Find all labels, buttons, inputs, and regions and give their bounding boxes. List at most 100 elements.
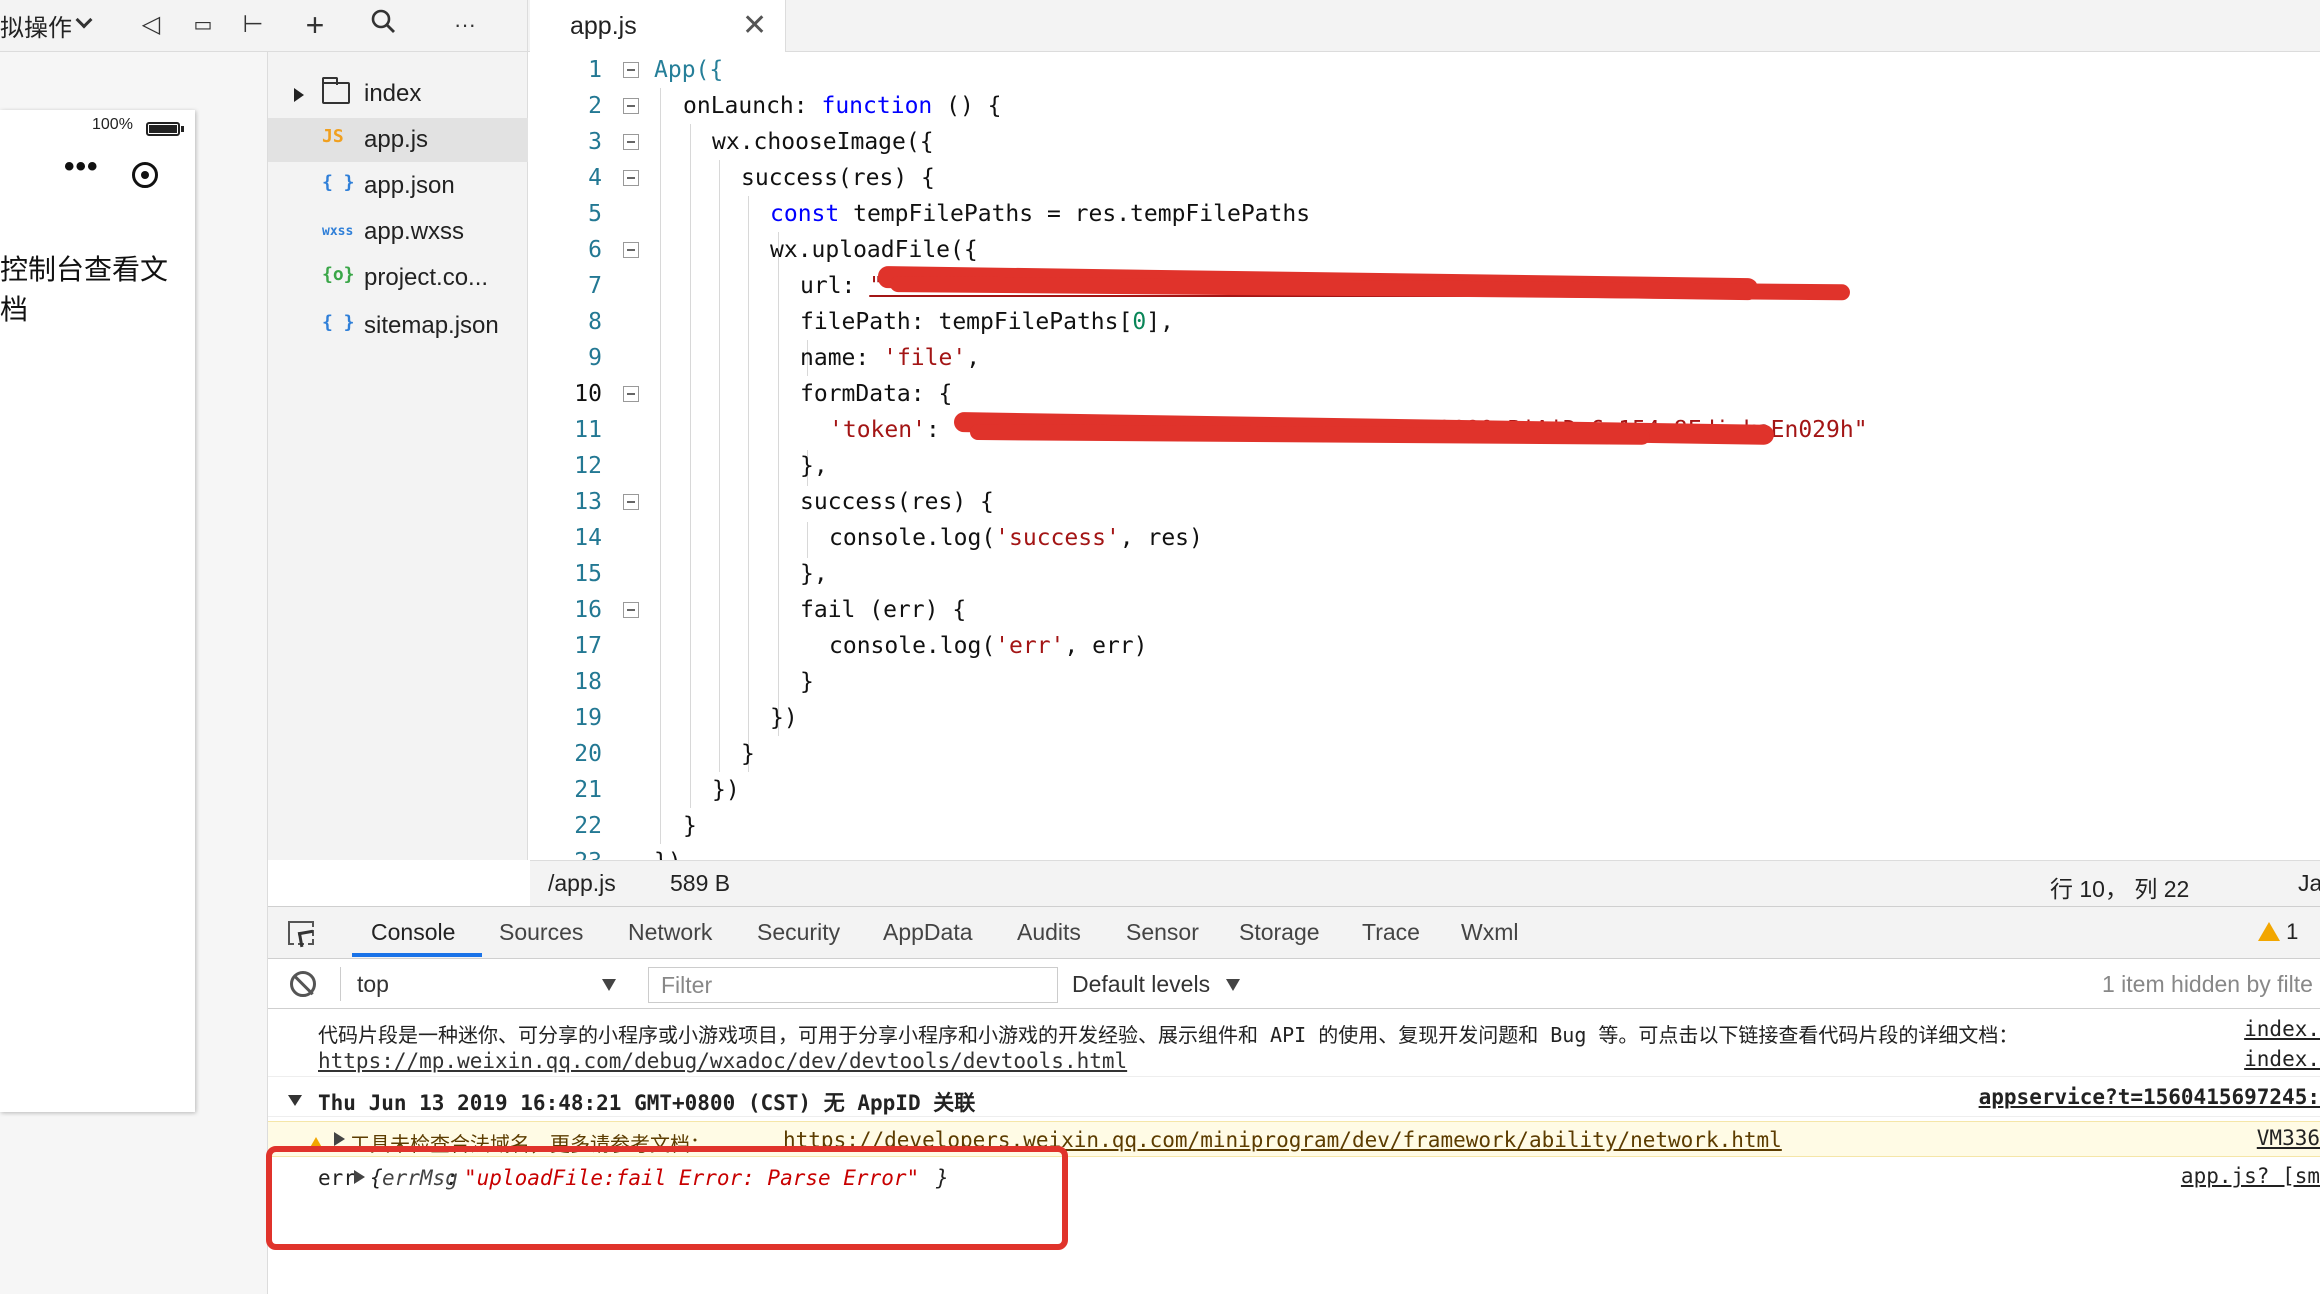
code-string: 'success' — [995, 525, 1120, 551]
js-file-icon: JS — [322, 126, 344, 147]
window-icon[interactable]: ▭ — [186, 8, 220, 42]
line-number: 18 — [574, 669, 602, 695]
line-number: 7 — [588, 273, 602, 299]
fold-icon[interactable] — [623, 494, 639, 510]
message-source-link[interactable]: appservice?t=1560415697245: — [1972, 1085, 2320, 1109]
tree-item-index[interactable]: index — [268, 72, 528, 116]
tree-item-label: index — [364, 80, 422, 107]
tab-sensor[interactable]: Sensor — [1126, 919, 1199, 946]
fold-icon[interactable] — [623, 386, 639, 402]
battery-percent: 100% — [92, 116, 133, 133]
chevron-down-icon[interactable] — [1226, 979, 1240, 991]
code-text: success(res) { — [741, 165, 935, 191]
simulator-panel: 100% ••• 控制台查看文档 — [0, 52, 268, 1294]
more-icon[interactable]: ··· — [448, 8, 482, 42]
filter-input[interactable] — [648, 967, 1058, 1003]
code-text: }) — [654, 844, 682, 860]
code-line: 13 success(res) { — [530, 484, 2320, 520]
file-tree-toolbar: + ··· — [268, 0, 528, 52]
tree-item-app-wxss[interactable]: wxss app.wxss — [268, 210, 528, 254]
plus-icon[interactable]: + — [298, 8, 332, 42]
collapse-arrow-icon[interactable] — [288, 1095, 302, 1106]
code-text: } — [683, 813, 697, 839]
tab-appdata[interactable]: AppData — [883, 919, 973, 946]
context-select[interactable]: top — [340, 967, 608, 1001]
warning-counter[interactable]: 1 — [2258, 919, 2298, 945]
line-number: 9 — [588, 345, 602, 371]
inspect-element-icon[interactable] — [288, 921, 314, 945]
fold-icon[interactable] — [623, 98, 639, 114]
expand-arrow-icon[interactable] — [294, 88, 304, 102]
message-source-link[interactable]: app.js? [sm — [2174, 1164, 2320, 1188]
code-text: name: — [800, 345, 884, 371]
tree-item-project-config[interactable]: {o} project.co... — [268, 256, 528, 300]
code-text: () { — [932, 93, 1002, 119]
code-line: 9 name: 'file', — [530, 340, 2320, 376]
fold-icon[interactable] — [623, 62, 639, 78]
code-text: }) — [712, 777, 740, 803]
tree-item-label: app.wxss — [364, 218, 465, 245]
tab-network[interactable]: Network — [628, 919, 712, 946]
code-text: , err) — [1064, 633, 1148, 659]
code-line: 19}) — [530, 700, 2320, 736]
code-editor[interactable]: 1 App({ 2 onLaunch: function () { 3 wx.choo… — [530, 52, 2320, 860]
tab-audits[interactable]: Audits — [1017, 919, 1081, 946]
code-text: App({ — [654, 57, 724, 83]
console-group-header[interactable]: Thu Jun 13 2019 16:48:21 GMT+0800 (CST) … — [268, 1083, 2320, 1117]
message-source-link[interactable]: index. — [2238, 1047, 2320, 1071]
capsule-more-icon[interactable]: ••• — [64, 150, 99, 184]
close-icon[interactable]: ✕ — [742, 9, 767, 43]
tab-storage[interactable]: Storage — [1239, 919, 1320, 946]
fold-icon[interactable] — [623, 602, 639, 618]
capsule-close-icon[interactable] — [132, 162, 158, 188]
tree-item-sitemap-json[interactable]: { } sitemap.json — [268, 304, 528, 348]
code-text: ], — [1146, 309, 1174, 335]
fold-icon[interactable] — [623, 242, 639, 258]
tree-item-app-json[interactable]: { } app.json — [268, 164, 528, 208]
code-text: , — [966, 345, 981, 371]
message-source-link[interactable]: index. — [2238, 1017, 2320, 1041]
code-text: tempFilePaths = res.tempFilePaths — [839, 201, 1311, 227]
json-file-icon: { } — [322, 172, 355, 193]
tab-trace[interactable]: Trace — [1362, 919, 1420, 946]
simulate-menu-label[interactable]: 拟操作 — [0, 8, 72, 43]
chevron-down-icon[interactable] — [75, 11, 93, 29]
message-text: 代码片段是一种迷你、可分享的小程序或小游戏项目，可用于分享小程序和小游戏的开发经… — [318, 1023, 2019, 1047]
code-line: 20} — [530, 736, 2320, 772]
message-link[interactable]: https://mp.weixin.qq.com/debug/wxadoc/de… — [318, 1049, 1127, 1073]
line-number: 16 — [574, 597, 602, 623]
line-number: 22 — [574, 813, 602, 839]
speaker-icon[interactable]: ◁ — [134, 8, 168, 42]
tab-wxml[interactable]: Wxml — [1461, 919, 1518, 946]
code-text: success(res) { — [800, 489, 994, 515]
tab-sources[interactable]: Sources — [499, 919, 583, 946]
editor-status-bar: /app.js 589 B 行 10， 列 22 Ja — [530, 860, 2320, 906]
code-string: 'file' — [883, 345, 967, 371]
line-number: 8 — [588, 309, 602, 335]
tab-console[interactable]: Console — [371, 919, 455, 946]
search-icon[interactable] — [366, 8, 400, 42]
line-number: 23 — [530, 844, 602, 860]
tree-item-app-js[interactable]: JS app.js — [268, 118, 528, 162]
log-levels-select[interactable]: Default levels — [1072, 971, 1210, 998]
chevron-down-icon[interactable] — [602, 979, 616, 991]
message-source-link[interactable]: VM336 — [2250, 1126, 2320, 1150]
top-toolbar: 拟操作 ◁ ▭ ⊢ + ··· app.js ✕ — [0, 0, 2320, 52]
tree-item-label: app.json — [364, 172, 455, 199]
expand-arrow-icon[interactable] — [334, 1132, 345, 1146]
tab-app-js[interactable]: app.js ✕ — [530, 0, 786, 52]
code-text: }, — [800, 453, 828, 479]
fold-icon[interactable] — [623, 170, 639, 186]
fold-icon[interactable] — [623, 134, 639, 150]
cursor-position[interactable]: 行 10， 列 22 — [2050, 870, 2189, 904]
code-text: }, — [800, 561, 828, 587]
clear-console-icon[interactable] — [290, 971, 316, 997]
tab-security[interactable]: Security — [757, 919, 840, 946]
tree-item-label: project.co... — [364, 264, 489, 291]
code-text: fail (err) { — [800, 597, 967, 623]
line-number: 12 — [574, 453, 602, 479]
split-icon[interactable]: ⊢ — [236, 8, 270, 42]
phone-screen[interactable]: 100% ••• 控制台查看文档 — [0, 110, 195, 1112]
language-mode[interactable]: Ja — [2298, 870, 2320, 897]
context-value: top — [357, 971, 389, 997]
